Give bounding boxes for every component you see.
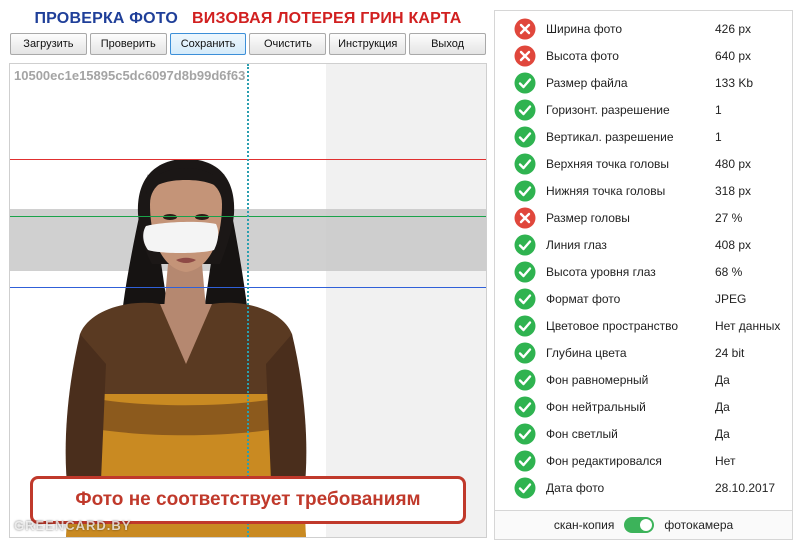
check-row: Высота фото 640 px [495, 42, 792, 69]
toolbar: Загрузить Проверить Сохранить Очистить И… [10, 33, 486, 55]
check-pass-icon [514, 450, 536, 471]
check-results-list: Ширина фото 426 px Высота фото 640 px Размер… [494, 10, 793, 510]
check-value: 1 [715, 129, 722, 144]
check-value: 480 px [715, 156, 752, 171]
check-pass-icon [514, 477, 536, 498]
toggle-label-scan: скан-копия [553, 518, 615, 532]
check-pass-icon [514, 288, 536, 309]
check-row: Верхняя точка головы 480 px [495, 150, 792, 177]
check-pass-icon [514, 72, 536, 93]
save-button[interactable]: Сохранить [169, 33, 247, 55]
check-label: Верхняя точка головы [546, 156, 670, 171]
check-value: 1 [715, 102, 722, 117]
check-value: 28.10.2017 [715, 480, 776, 495]
check-label: Размер головы [546, 210, 630, 225]
check-row: Вертикал. разрешение 1 [495, 123, 792, 150]
check-label: Горизонт. разрешение [546, 102, 670, 117]
check-pass-icon [514, 153, 536, 174]
check-label: Линия глаз [546, 237, 607, 252]
check-row: Фон нейтральный Да [495, 393, 792, 420]
check-row: Фон редактировался Нет [495, 447, 792, 474]
check-label: Ширина фото [546, 21, 623, 36]
check-value: Да [715, 399, 730, 414]
check-fail-icon [514, 45, 536, 66]
check-label: Высота уровня глаз [546, 264, 656, 279]
check-value: 318 px [715, 183, 752, 198]
toggle-label-camera: фотокамера [664, 518, 734, 532]
check-value: 24 bit [715, 345, 745, 360]
check-row: Формат фото JPEG [495, 285, 792, 312]
source-switch[interactable] [624, 517, 655, 533]
check-row: Размер файла 133 Kb [495, 69, 792, 96]
check-label: Фон нейтральный [546, 399, 646, 414]
check-value: 68 % [715, 264, 743, 279]
check-label: Формат фото [546, 291, 621, 306]
check-row: Высота уровня глаз 68 % [495, 258, 792, 285]
check-row: Фон светлый Да [495, 420, 792, 447]
check-value: 27 % [715, 210, 743, 225]
check-pass-icon [514, 369, 536, 390]
check-value: 426 px [715, 21, 752, 36]
watermark: GREENCARD.BY [14, 518, 132, 533]
help-button[interactable]: Инструкция [329, 33, 407, 55]
check-pass-icon [514, 99, 536, 120]
check-pass-icon [514, 342, 536, 363]
app-title-photo-check: ПРОВЕРКА ФОТО [34, 10, 179, 27]
check-row: Нижняя точка головы 318 px [495, 177, 792, 204]
check-button[interactable]: Проверить [89, 33, 167, 55]
check-row: Глубина цвета 24 bit [495, 339, 792, 366]
check-row: Линия глаз 408 px [495, 231, 792, 258]
check-value: JPEG [715, 291, 747, 306]
check-label: Нижняя точка головы [546, 183, 666, 198]
check-label: Вертикал. разрешение [546, 129, 674, 144]
app-title: ПРОВЕРКА ФОТО ВИЗОВАЯ ЛОТЕРЕЯ ГРИН КАРТА [10, 8, 486, 30]
photo-preview: 10500ec1e15895c5dc6097d8b99d6f63 Фото не… [9, 63, 487, 538]
check-row: Ширина фото 426 px [495, 15, 792, 42]
photo-hash: 10500ec1e15895c5dc6097d8b99d6f63 [14, 68, 246, 83]
check-row: Фон равномерный Да [495, 366, 792, 393]
check-pass-icon [514, 234, 536, 255]
check-label: Высота фото [546, 48, 619, 63]
check-label: Размер файла [546, 75, 628, 90]
exit-button[interactable]: Выход [409, 33, 486, 55]
check-row: Дата фото 28.10.2017 [495, 474, 792, 501]
check-label: Фон равномерный [546, 372, 649, 387]
source-toggle: скан-копия фотокамера [494, 510, 793, 540]
check-label: Дата фото [546, 480, 605, 495]
check-fail-icon [514, 207, 536, 228]
check-label: Фон светлый [546, 426, 618, 441]
check-value: 408 px [715, 237, 752, 252]
check-value: Нет [715, 453, 736, 468]
check-value: 640 px [715, 48, 752, 63]
check-value: Да [715, 372, 730, 387]
check-row: Горизонт. разрешение 1 [495, 96, 792, 123]
check-pass-icon [514, 180, 536, 201]
check-label: Цветовое пространство [546, 318, 679, 333]
check-label: Фон редактировался [546, 453, 662, 468]
check-value: Нет данных [715, 318, 781, 333]
check-pass-icon [514, 315, 536, 336]
check-pass-icon [514, 423, 536, 444]
check-fail-icon [514, 18, 536, 39]
check-pass-icon [514, 261, 536, 282]
load-button[interactable]: Загрузить [10, 33, 87, 55]
check-value: 133 Kb [715, 75, 754, 90]
check-pass-icon [514, 126, 536, 147]
app-title-lottery: ВИЗОВАЯ ЛОТЕРЕЯ ГРИН КАРТА [192, 10, 462, 27]
check-label: Глубина цвета [546, 345, 627, 360]
check-row: Цветовое пространство Нет данных [495, 312, 792, 339]
center-guide-line [247, 64, 249, 537]
check-value: Да [715, 426, 730, 441]
verdict-text: Фото не соответствует требованиям [75, 489, 421, 510]
verdict-banner: Фото не соответствует требованиям [30, 476, 466, 524]
check-row: Размер головы 27 % [495, 204, 792, 231]
clear-button[interactable]: Очистить [249, 33, 327, 55]
check-pass-icon [514, 396, 536, 417]
